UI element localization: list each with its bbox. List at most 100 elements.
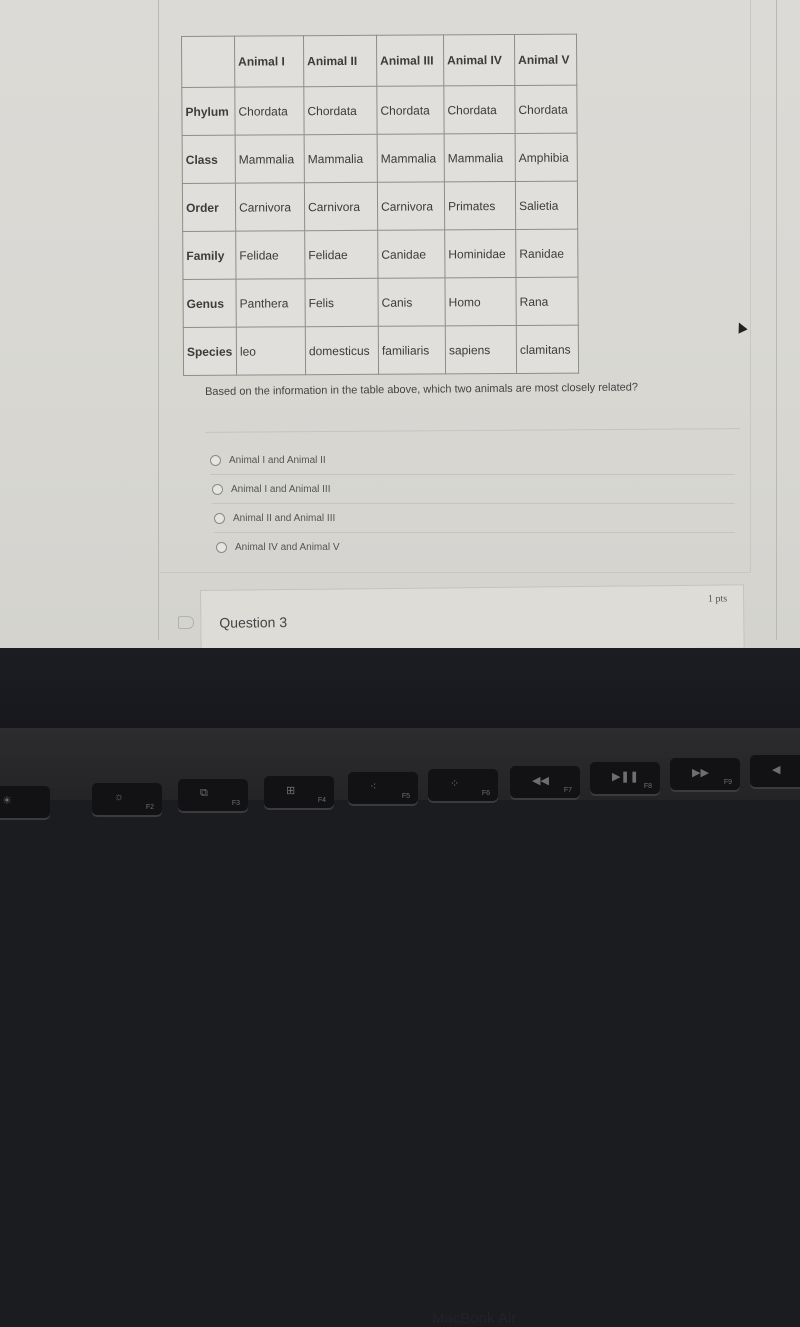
table-row: Genus Panthera Felis Canis Homo Rana <box>182 277 579 328</box>
fn-label: F8 <box>643 783 652 790</box>
answer-option[interactable]: Animal I and Animal III <box>212 475 742 504</box>
table-cell: Canidae <box>377 229 445 279</box>
table-cell: Mammalia <box>304 134 378 183</box>
table-cell: Primates <box>444 181 516 230</box>
fn-label: F5 <box>401 793 410 800</box>
table-cell: domesticus <box>305 326 379 375</box>
table-row: Order Carnivora Carnivora Carnivora Prim… <box>182 181 578 232</box>
table-cell: Ranidae <box>515 229 578 278</box>
answer-label: Animal IV and Animal V <box>235 542 340 553</box>
rewind-icon: ◀◀ <box>532 775 549 787</box>
table-cell: sapiens <box>445 325 517 374</box>
table-cell: Felidae <box>235 230 305 280</box>
answer-label: Animal I and Animal III <box>231 484 331 495</box>
key-f5[interactable]: ⁖ F5 <box>348 772 418 804</box>
key-f1[interactable]: ☀ <box>0 786 50 818</box>
screen: Animal I Animal II Animal III Animal IV … <box>0 0 800 648</box>
answer-label: Animal I and Animal II <box>229 455 326 466</box>
fn-label: F7 <box>563 787 572 794</box>
taxonomy-table-wrapper: Animal I Animal II Animal III Animal IV … <box>181 33 580 376</box>
radio-button[interactable] <box>212 484 223 495</box>
keyboard-light-down-icon: ⁖ <box>370 781 377 793</box>
table-cell: Felidae <box>304 230 378 279</box>
table-header-row: Animal I Animal II Animal III Animal IV … <box>181 34 577 88</box>
key-f2[interactable]: ☼ F2 <box>92 783 162 815</box>
keyboard-light-up-icon: ⁘ <box>450 778 460 790</box>
laptop-bezel: MacBook Air <box>0 648 800 1327</box>
question-points: 1 pts <box>707 593 728 605</box>
table-cell: Homo <box>444 277 517 326</box>
row-label: Family <box>182 231 236 280</box>
question-title: Question 3 <box>219 614 288 631</box>
table-cell: clamitans <box>516 325 579 374</box>
fn-label: F4 <box>317 797 326 804</box>
fn-label: F9 <box>723 779 732 786</box>
key-f8[interactable]: ▶❚❚ F8 <box>590 762 660 794</box>
table-header-cell: Animal I <box>234 35 304 88</box>
mute-icon: ◀ <box>772 764 781 776</box>
table-cell: Carnivora <box>377 181 445 231</box>
fn-label: F2 <box>145 804 154 811</box>
row-label: Species <box>183 327 237 376</box>
answer-label: Animal II and Animal III <box>233 513 336 524</box>
flag-question-icon[interactable] <box>178 616 194 629</box>
table-header-cell: Animal II <box>303 35 377 87</box>
page-border-left <box>158 0 159 640</box>
table-header-cell: Animal V <box>514 34 577 86</box>
key-f9[interactable]: ▶▶ F9 <box>670 758 740 790</box>
key-f3[interactable]: ⧉ F3 <box>178 779 248 811</box>
table-cell: Chordata <box>303 86 378 135</box>
table-cell: familiaris <box>378 325 446 375</box>
table-row: Species leo domesticus familiaris sapien… <box>183 325 579 376</box>
table-cell: Felis <box>304 278 379 327</box>
launchpad-icon: ⊞ <box>286 785 296 797</box>
radio-button[interactable] <box>210 455 221 466</box>
laptop-brand-label: MacBook Air <box>432 1310 517 1327</box>
fast-forward-icon: ▶▶ <box>692 767 709 779</box>
mission-control-icon: ⧉ <box>200 787 208 799</box>
answer-option[interactable]: Animal I and Animal II <box>210 446 740 475</box>
brightness-down-icon: ☀ <box>2 795 12 807</box>
row-label: Phylum <box>181 87 236 136</box>
table-row: Class Mammalia Mammalia Mammalia Mammali… <box>182 133 578 184</box>
key-f10[interactable]: ◀ <box>750 755 800 787</box>
table-cell: Rana <box>515 277 579 326</box>
brightness-up-icon: ☼ <box>114 791 125 803</box>
keyboard: ☀ ☼ F2 ⧉ F3 ⊞ F4 ⁖ F5 ⁘ F6 ◀◀ F7 ▶❚❚ F8 ▶▶ F9 ◀ <box>0 728 800 818</box>
row-label: Genus <box>182 279 237 328</box>
radio-button[interactable] <box>216 542 227 553</box>
table-cell: Amphibia <box>515 133 578 182</box>
fn-label: F3 <box>231 800 240 807</box>
table-cell: Mammalia <box>444 133 516 182</box>
table-header-cell <box>181 36 235 88</box>
table-header-cell: Animal III <box>376 34 444 87</box>
answer-option[interactable]: Animal II and Animal III <box>214 504 744 533</box>
table-cell: Carnivora <box>235 182 305 232</box>
page-border-right <box>776 0 777 640</box>
table-row: Family Felidae Felidae Canidae Hominidae… <box>182 229 578 280</box>
table-cell: Canis <box>377 277 446 327</box>
table-cell: Panthera <box>235 278 306 328</box>
taxonomy-table: Animal I Animal II Animal III Animal IV … <box>181 33 580 376</box>
key-f6[interactable]: ⁘ F6 <box>428 769 498 801</box>
table-cell: leo <box>236 326 306 376</box>
table-cell: Chordata <box>234 86 305 136</box>
table-cell: Chordata <box>376 85 445 135</box>
table-cell: Salietia <box>515 181 578 230</box>
table-header-cell: Animal IV <box>443 34 515 86</box>
play-pause-icon: ▶❚❚ <box>612 771 639 783</box>
key-f7[interactable]: ◀◀ F7 <box>510 766 580 798</box>
table-cell: Chordata <box>443 85 516 134</box>
question-3-card: Question 3 1 pts <box>200 584 745 648</box>
row-label: Order <box>182 183 236 232</box>
table-cell: Chordata <box>514 85 578 134</box>
table-cell: Carnivora <box>304 182 378 231</box>
row-label: Class <box>182 135 236 184</box>
key-f4[interactable]: ⊞ F4 <box>264 776 334 808</box>
fn-label: F6 <box>481 790 490 797</box>
radio-button[interactable] <box>214 513 225 524</box>
answer-list: Animal I and Animal II Animal I and Anim… <box>210 446 740 562</box>
table-cell: Mammalia <box>235 134 305 184</box>
table-row: Phylum Chordata Chordata Chordata Chorda… <box>181 85 578 136</box>
answer-option[interactable]: Animal IV and Animal V <box>216 533 746 562</box>
